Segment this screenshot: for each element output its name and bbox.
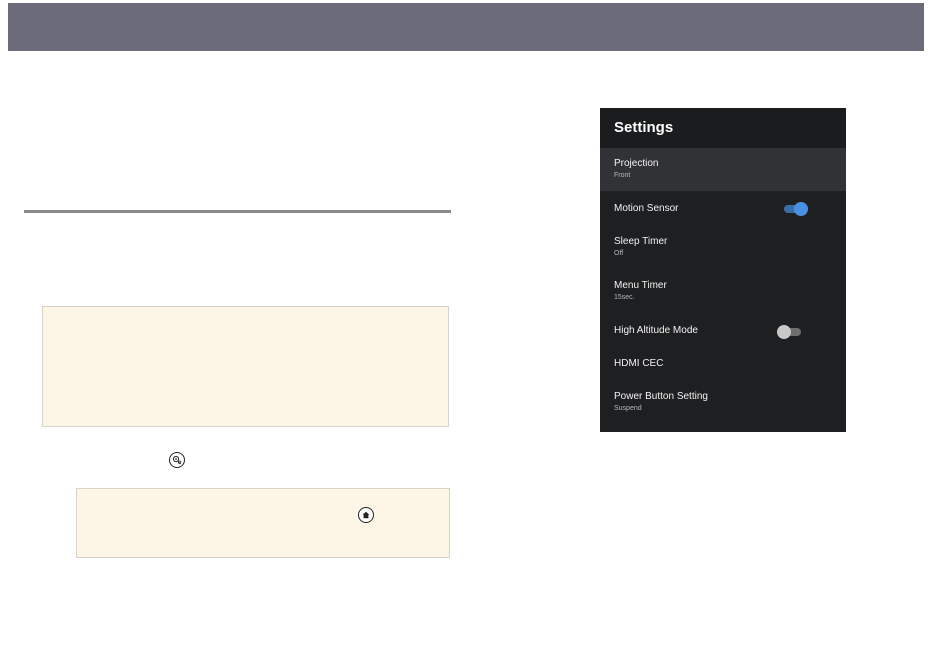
menu-item-label: Power Button Setting — [614, 391, 708, 402]
menu-item-label: High Altitude Mode — [614, 325, 698, 336]
toggle-knob — [794, 202, 808, 216]
motion-sensor-toggle[interactable] — [784, 202, 808, 216]
top-banner — [8, 3, 924, 51]
note-box — [42, 306, 449, 427]
menu-item-hdmi-cec[interactable]: HDMI CEC — [600, 351, 846, 383]
menu-item-label: Projection — [614, 158, 659, 169]
home-icon — [358, 507, 374, 523]
menu-item-sleep-timer[interactable]: Sleep Timer Off — [600, 227, 846, 271]
settings-title: Settings — [614, 119, 674, 136]
menu-item-label: Sleep Timer — [614, 236, 668, 247]
menu-item-power-button-setting[interactable]: Power Button Setting Suspend — [600, 383, 846, 432]
menu-item-label: HDMI CEC — [614, 358, 664, 369]
high-altitude-toggle[interactable] — [777, 325, 801, 339]
menu-item-motion-sensor[interactable]: Motion Sensor — [600, 191, 846, 227]
menu-item-value: Suspend — [614, 405, 642, 412]
toggle-knob — [777, 325, 791, 339]
menu-item-projection[interactable]: Projection Front — [600, 148, 846, 191]
menu-item-menu-timer[interactable]: Menu Timer 15sec. — [600, 271, 846, 315]
menu-item-value: Off — [614, 250, 624, 257]
settings-panel: Settings Projection Front Motion Sensor … — [600, 108, 846, 432]
menu-item-value: 15sec. — [614, 294, 635, 301]
menu-item-label: Motion Sensor — [614, 203, 679, 214]
menu-item-label: Menu Timer — [614, 280, 667, 291]
menu-item-high-altitude-mode[interactable]: High Altitude Mode — [600, 315, 846, 351]
settings-icon — [169, 452, 185, 468]
section-divider — [24, 210, 451, 213]
menu-item-value: Front — [614, 172, 631, 179]
note-box-secondary — [76, 488, 450, 558]
